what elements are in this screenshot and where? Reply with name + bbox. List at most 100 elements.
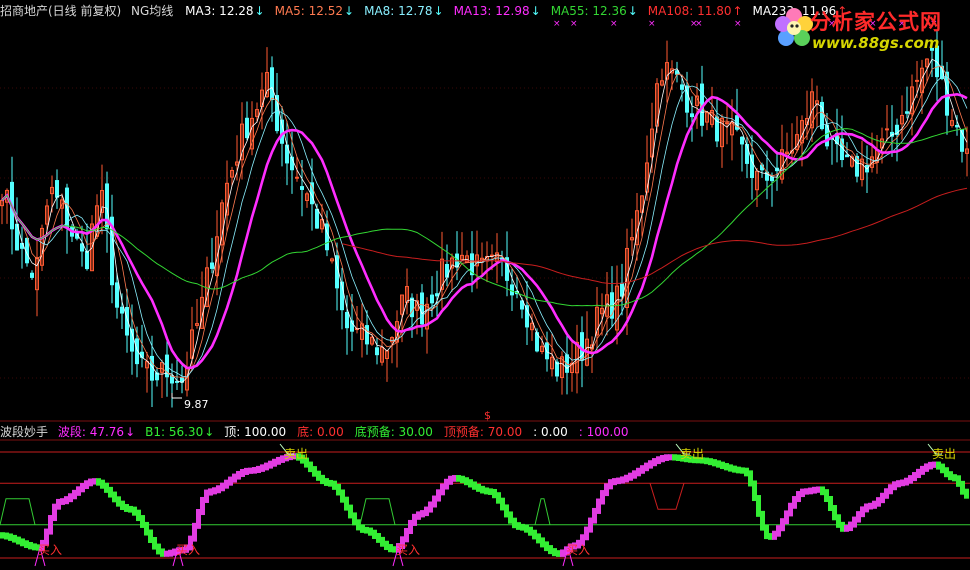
candle-body xyxy=(690,113,694,118)
candle-body xyxy=(725,122,729,125)
ma-trend-icon: ↓ xyxy=(344,4,355,18)
candle-body xyxy=(115,282,119,308)
candle-body xyxy=(140,351,144,358)
ind-item-0: 波段: 47.76↓ xyxy=(58,425,135,439)
cross-marker: × xyxy=(610,19,618,29)
sell-signal-label: 卖出 xyxy=(932,447,956,461)
low-price-label: 9.87 xyxy=(184,398,209,411)
buy-signal-label: 买入 xyxy=(38,543,62,557)
candle-body xyxy=(210,262,214,269)
ma-item-0: MA3: 12.28↓ xyxy=(185,4,264,18)
ma-label: MA13: 12.98 xyxy=(453,4,530,18)
ind-item-1: B1: 56.30↓ xyxy=(145,425,214,439)
dollar-marker: $ xyxy=(484,409,491,422)
candle-body xyxy=(315,208,319,229)
candle-body xyxy=(430,294,434,304)
indicator-legend: 波段: 47.76↓ B1: 56.30↓ 顶: 100.00 底: 0.00 底预备:… xyxy=(58,425,640,439)
ma-trend-icon: ↓ xyxy=(627,4,638,18)
candle-body xyxy=(840,138,844,161)
cross-marker: × xyxy=(553,19,561,29)
candle-body xyxy=(955,125,959,128)
ind-label: : 0.00 xyxy=(533,425,568,439)
ind-label: 底: 0.00 xyxy=(297,425,344,439)
ma-trend-icon: ↓ xyxy=(530,4,541,18)
ma-item-4: MA55: 12.36↓ xyxy=(551,4,638,18)
b1-step-line xyxy=(359,498,396,525)
sell-signal-label: 卖出 xyxy=(284,447,308,461)
top-ready-dip xyxy=(649,483,685,510)
ind-item-2: 顶: 100.00 xyxy=(224,425,287,439)
cross-marker: × xyxy=(570,19,578,29)
logo-title: 分析家公式网 xyxy=(810,10,942,34)
cross-marker: × xyxy=(734,19,742,29)
ind-label: 底预备: 30.00 xyxy=(354,425,433,439)
b1-step-line xyxy=(534,498,551,525)
candle-body xyxy=(325,223,329,251)
buy-signal-label: 买入 xyxy=(566,543,590,557)
ma-trend-icon: ↓ xyxy=(254,4,265,18)
candle-body xyxy=(245,117,249,139)
price-header: 招商地产(日线 前复权) NG均线 MA3: 12.28↓ MA5: 12.52↓… xyxy=(0,3,863,19)
cross-marker: × xyxy=(648,19,656,29)
ma-label: MA3: 12.28 xyxy=(185,4,254,18)
candle-body xyxy=(770,176,774,182)
candle-body xyxy=(410,297,414,318)
logo-url: www.88gs.com xyxy=(812,34,940,52)
site-logo: 分析家公式网 www.88gs.com xyxy=(770,0,970,62)
candle-body xyxy=(525,305,529,328)
ind-label: 顶预备: 70.00 xyxy=(443,425,523,439)
candle-body xyxy=(435,293,439,297)
candle-body xyxy=(680,84,684,90)
candle-body xyxy=(420,292,424,325)
buy-signal-label: 买入 xyxy=(396,543,420,557)
ma-trend-icon: ↑ xyxy=(732,4,743,18)
ind-label: 波段: 47.76 xyxy=(57,425,125,439)
ind-label: : 100.00 xyxy=(578,425,629,439)
ma-trend-icon: ↓ xyxy=(433,4,444,18)
ind-item-7: : 100.00 xyxy=(579,425,630,439)
candle-body xyxy=(345,311,349,329)
candle-body xyxy=(905,111,909,114)
candle-body xyxy=(85,250,89,270)
candle-body xyxy=(300,186,304,190)
ind-trend-icon: ↓ xyxy=(204,425,215,439)
candle-body xyxy=(365,325,369,345)
sell-signal-label: 卖出 xyxy=(680,447,704,461)
indicator-header: 波段妙手 波段: 47.76↓ B1: 56.30↓ 顶: 100.00 底: 0.0… xyxy=(0,424,646,440)
candle-body xyxy=(55,180,59,198)
ind-label: 顶: 100.00 xyxy=(224,425,287,439)
wave-bar-down xyxy=(964,488,969,499)
ma-item-5: MA108: 11.80↑ xyxy=(648,4,743,18)
ma-label: MA8: 12.78 xyxy=(364,4,433,18)
candle-body xyxy=(120,306,124,314)
buy-signal-label: 买入 xyxy=(176,543,200,557)
candle-body xyxy=(270,67,274,101)
candle-body xyxy=(845,154,849,158)
candle-body xyxy=(510,284,514,296)
price-chart[interactable]: 买入买入买入买入卖出卖出卖出 9.87$×××××××××××× xyxy=(0,0,970,570)
ma-item-2: MA8: 12.78↓ xyxy=(364,4,443,18)
ind-item-6: : 0.00 xyxy=(533,425,569,439)
candle-body xyxy=(30,272,34,278)
ind-item-4: 底预备: 30.00 xyxy=(355,425,434,439)
indicator-panel-name: 波段妙手 xyxy=(0,425,49,439)
ma-label: MA108: 11.80 xyxy=(647,4,732,18)
ma-label: MA55: 12.36 xyxy=(550,4,627,18)
candle-body xyxy=(375,347,379,356)
ma-item-3: MA13: 12.98↓ xyxy=(454,4,541,18)
chart-stage: 买入买入买入买入卖出卖出卖出 9.87$×××××××××××× 招商地产(日线… xyxy=(0,0,970,570)
ind-item-3: 底: 0.00 xyxy=(297,425,345,439)
b1-step-line xyxy=(0,498,36,525)
candle-body xyxy=(745,144,749,164)
candle-body xyxy=(885,128,889,131)
ind-trend-icon: ↓ xyxy=(125,425,136,439)
stock-title: 招商地产(日线 前复权) xyxy=(0,4,122,18)
ind-label: B1: 56.30 xyxy=(145,425,204,439)
ma13-line xyxy=(1,92,968,370)
ma55-line xyxy=(1,128,968,307)
ma-label: MA5: 12.52 xyxy=(274,4,344,18)
ma-legend: MA3: 12.28↓ MA5: 12.52↓ MA8: 12.78↓ MA13: 1… xyxy=(185,4,857,18)
candle-body xyxy=(295,176,299,179)
candle-body xyxy=(915,79,919,82)
candle-body xyxy=(545,342,549,360)
